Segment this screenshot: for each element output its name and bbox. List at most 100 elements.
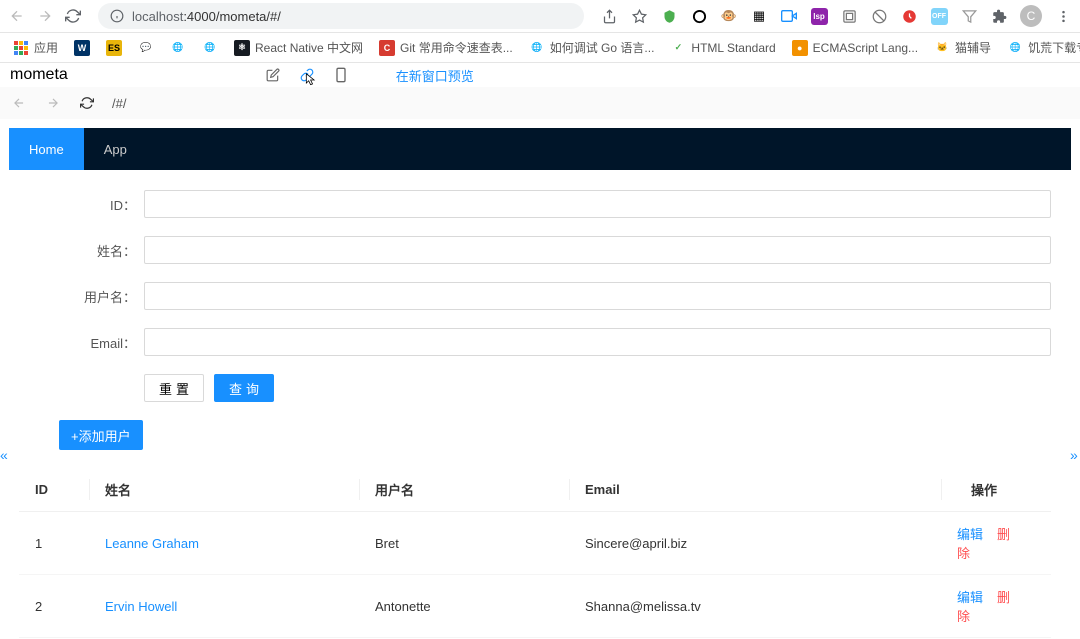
reload-icon[interactable] (64, 7, 82, 25)
ext-red-icon[interactable] (900, 7, 918, 25)
bookmark-item[interactable]: W (69, 36, 95, 60)
col-actions: 操作 (941, 468, 1051, 512)
ext-video-icon[interactable] (780, 7, 798, 25)
inner-nav: /#/ (0, 87, 1080, 119)
inner-forward-icon[interactable] (44, 94, 62, 112)
name-link[interactable]: Leanne Graham (105, 536, 199, 551)
col-id: ID (19, 468, 89, 512)
name-link[interactable]: Ervin Howell (105, 599, 177, 614)
col-username: 用户名 (359, 468, 569, 512)
favicon: 🐱 (934, 40, 950, 56)
ext-monkey-icon[interactable]: 🐵 (720, 7, 738, 25)
favicon: 🌐 (1007, 40, 1023, 56)
nav-tabs: Home App (9, 128, 1071, 170)
bookmark-item[interactable]: CGit 常用命令速查表... (374, 35, 518, 60)
cell-email: Sincere@april.biz (569, 512, 941, 575)
link-icon[interactable] (298, 66, 316, 84)
forward-icon[interactable] (36, 7, 54, 25)
favicon: 🌐 (170, 40, 186, 56)
bookmark-item[interactable]: ● ECMAScript Lang... (787, 36, 923, 60)
bookmark-item[interactable]: 🐱 猫辅导 (929, 35, 996, 60)
query-button[interactable]: 查询 (214, 374, 274, 402)
bookmark-item[interactable]: ⚛ React Native 中文网 (229, 35, 368, 60)
table-row: 2 Ervin Howell Antonette Shanna@melissa.… (19, 575, 1051, 638)
user-table: ID 姓名 用户名 Email 操作 1 Leanne Graham Bret … (19, 468, 1051, 638)
email-input[interactable] (144, 328, 1051, 356)
cell-username: Antonette (359, 575, 569, 638)
ext-shield-icon[interactable] (660, 7, 678, 25)
favicon: 💬 (138, 40, 154, 56)
favicon: 🌐 (202, 40, 218, 56)
inner-path: /#/ (112, 96, 126, 111)
ext-circle-icon[interactable] (690, 7, 708, 25)
id-label: ID： (19, 195, 144, 214)
apps-shortcut[interactable]: 应用 (8, 35, 63, 60)
ext-window-icon[interactable] (840, 7, 858, 25)
chrome-right-icons: 🐵 ▦ lsp OFF C (600, 5, 1072, 27)
inner-reload-icon[interactable] (78, 94, 96, 112)
bookmark-label: React Native 中文网 (255, 39, 363, 56)
table-row: 1 Leanne Graham Bret Sincere@april.biz 编… (19, 512, 1051, 575)
info-icon (110, 9, 124, 23)
cell-id: 2 (19, 575, 89, 638)
cell-username: Bret (359, 512, 569, 575)
share-icon[interactable] (600, 7, 618, 25)
bookmark-item[interactable]: ES (101, 36, 127, 60)
app-title: mometa (10, 66, 68, 84)
reset-button[interactable]: 重置 (144, 374, 204, 402)
favicon: 🌐 (529, 40, 545, 56)
expand-left-icon[interactable]: « (0, 447, 10, 461)
id-input[interactable] (144, 190, 1051, 218)
username-input[interactable] (144, 282, 1051, 310)
bookmark-label: HTML Standard (691, 41, 775, 55)
bookmark-item[interactable]: ✓ HTML Standard (665, 36, 780, 60)
cell-email: Shanna@melissa.tv (569, 575, 941, 638)
ext-lsp-icon[interactable]: lsp (810, 7, 828, 25)
preview-link[interactable]: 在新窗口预览 (396, 66, 474, 85)
avatar[interactable]: C (1020, 5, 1042, 27)
email-label: Email： (19, 333, 144, 352)
star-icon[interactable] (630, 7, 648, 25)
bookmark-item[interactable]: 🌐如何调试 Go 语言... (524, 35, 660, 60)
bookmark-item[interactable]: 🌐 (165, 36, 191, 60)
name-input[interactable] (144, 236, 1051, 264)
tab-app[interactable]: App (84, 128, 147, 170)
name-label: 姓名： (19, 241, 144, 260)
bookmark-item[interactable]: 🌐 饥荒下载专题_中文... (1002, 35, 1080, 60)
browser-chrome: localhost:4000/mometa/#/ 🐵 ▦ lsp OFF C (0, 0, 1080, 33)
ext-filter-icon[interactable] (960, 7, 978, 25)
menu-icon[interactable] (1054, 7, 1072, 25)
url-bar[interactable]: localhost:4000/mometa/#/ (98, 3, 584, 29)
expand-right-icon[interactable]: » (1070, 447, 1080, 461)
apps-label: 应用 (34, 39, 58, 56)
back-icon[interactable] (8, 7, 26, 25)
edit-link[interactable]: 编辑 (957, 527, 983, 542)
bookmark-label: 饥荒下载专题_中文... (1028, 39, 1080, 56)
ext-block-icon[interactable] (870, 7, 888, 25)
edit-icon[interactable] (264, 66, 282, 84)
extensions-icon[interactable] (990, 7, 1008, 25)
col-name: 姓名 (89, 468, 359, 512)
bookmark-item[interactable]: 💬 (133, 36, 159, 60)
bookmark-label: ECMAScript Lang... (813, 41, 918, 55)
inner-back-icon[interactable] (10, 94, 28, 112)
bookmark-label: 猫辅导 (955, 39, 991, 56)
ext-qr-icon[interactable]: ▦ (750, 7, 768, 25)
favicon: ● (792, 40, 808, 56)
add-user-button[interactable]: +添加用户 (59, 420, 143, 450)
apps-icon (13, 40, 29, 56)
edit-link[interactable]: 编辑 (957, 590, 983, 605)
favicon: ⚛ (234, 40, 250, 56)
bookmark-item[interactable]: 🌐 (197, 36, 223, 60)
tab-home[interactable]: Home (9, 128, 84, 170)
favicon: C (379, 40, 395, 56)
url-text: localhost:4000/mometa/#/ (132, 9, 281, 24)
mometa-toolbar: mometa 在新窗口预览 (0, 63, 1080, 87)
favicon: W (74, 40, 90, 56)
username-label: 用户名： (19, 287, 144, 306)
search-form: ID： 姓名： 用户名： Email： 重置 查询 +添加用户 (9, 170, 1071, 638)
ext-off-icon[interactable]: OFF (930, 7, 948, 25)
app-area: « » Home App ID： 姓名： 用户名： Email： (0, 119, 1080, 639)
device-icon[interactable] (332, 66, 350, 84)
favicon: ✓ (670, 40, 686, 56)
